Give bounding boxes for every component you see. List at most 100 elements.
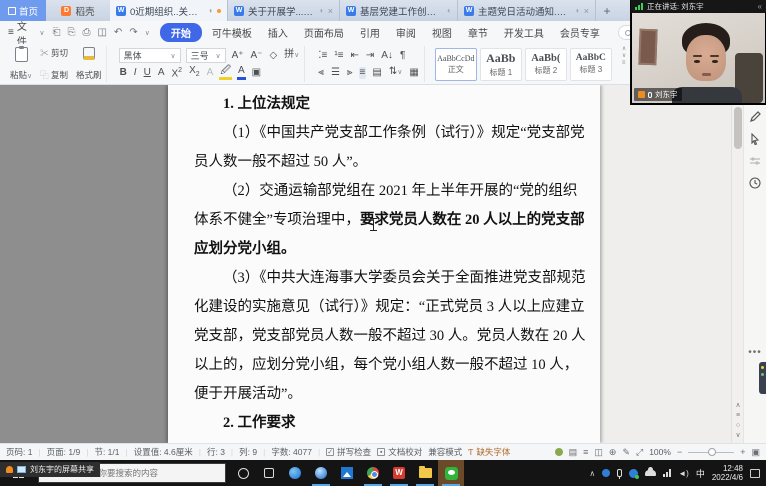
- style-card[interactable]: AaBb(标题 2: [525, 48, 567, 81]
- subscript-button[interactable]: X2: [188, 65, 201, 81]
- print-preview-icon[interactable]: ◫: [97, 27, 106, 38]
- bullet-list-button[interactable]: ⁚≡: [317, 50, 328, 62]
- cut-button[interactable]: ✂ 剪切: [40, 47, 68, 59]
- ribbon-tab-7[interactable]: 章节: [460, 25, 496, 40]
- taskbar-app-qq[interactable]: [282, 460, 308, 486]
- adjust-sliders-icon[interactable]: [749, 155, 761, 167]
- ribbon-tab-3[interactable]: 页面布局: [296, 25, 352, 40]
- network-signal-icon[interactable]: [663, 469, 671, 477]
- strikethrough-button[interactable]: A: [206, 67, 215, 79]
- number-list-button[interactable]: ¹≡: [333, 50, 344, 62]
- char-border-button[interactable]: A: [157, 67, 166, 79]
- zoom-slider[interactable]: [688, 452, 734, 453]
- scrollbar-thumb[interactable]: [734, 107, 742, 149]
- zoom-slider-knob[interactable]: [708, 448, 716, 456]
- write-mode-icon[interactable]: ✎: [622, 447, 630, 458]
- fullscreen-icon[interactable]: ⤢: [636, 447, 643, 458]
- style-card[interactable]: AaBbCcDd正文: [435, 48, 477, 81]
- microphone-icon[interactable]: [617, 469, 622, 477]
- taskbar-app-chrome[interactable]: [360, 460, 386, 486]
- pinyin-guide-button[interactable]: 拼∨: [283, 49, 300, 62]
- highlight-color-button[interactable]: 🖉: [219, 65, 232, 80]
- ribbon-tab-8[interactable]: 开发工具: [496, 25, 552, 40]
- document-page[interactable]: 1. 上位法规定（1）《中国共产党支部工作条例（试行）》规定“党支部党员人数一般…: [168, 85, 600, 443]
- zoom-level[interactable]: 100%: [649, 447, 671, 457]
- file-menu[interactable]: ≡ 文件 ∨: [8, 18, 44, 48]
- browse-menu-icon[interactable]: ≡: [736, 412, 740, 419]
- taskbar-app-cortana[interactable]: [230, 460, 256, 486]
- pen-annotate-icon[interactable]: [749, 111, 761, 123]
- style-card[interactable]: AaBbC标题 3: [570, 48, 612, 81]
- font-color-button[interactable]: A: [237, 65, 246, 80]
- undo-icon[interactable]: ↶: [114, 27, 122, 38]
- align-center-button[interactable]: ☰: [330, 67, 341, 79]
- outline-view-icon[interactable]: ≡: [583, 447, 588, 457]
- increase-indent-button[interactable]: ⇥: [365, 50, 375, 62]
- vertical-scrollbar[interactable]: ∧ ≡ ○ ∨: [731, 85, 743, 443]
- ribbon-tab-6[interactable]: 视图: [424, 25, 460, 40]
- customize-toolbar-icon[interactable]: ∨: [145, 29, 150, 37]
- close-icon[interactable]: ×: [584, 6, 589, 16]
- web-view-icon[interactable]: ⊕: [609, 447, 617, 458]
- distribute-button[interactable]: ▤: [371, 67, 382, 79]
- next-page-icon[interactable]: ∨: [735, 432, 740, 439]
- webcam-video[interactable]: 刘东宇: [632, 13, 765, 103]
- align-right-button[interactable]: ⫸: [346, 67, 354, 79]
- font-name-select[interactable]: 黑体∨: [119, 48, 181, 63]
- spell-check-toggle[interactable]: ✓ 拼写检查: [326, 446, 371, 458]
- shrink-font-button[interactable]: A⁻: [250, 50, 264, 62]
- taskbar-app-explorer[interactable]: [412, 460, 438, 486]
- ribbon-tab-4[interactable]: 引用: [352, 25, 388, 40]
- missing-font-warning[interactable]: Ƭ 缺失字体: [468, 446, 510, 458]
- superscript-button[interactable]: X2: [170, 65, 183, 80]
- ribbon-tab-2[interactable]: 插入: [260, 25, 296, 40]
- notification-center-icon[interactable]: [750, 469, 760, 478]
- taskbar-app-browser[interactable]: [308, 460, 334, 486]
- fit-page-icon[interactable]: ▣: [751, 447, 760, 458]
- taskbar-app-wechat[interactable]: [438, 460, 464, 486]
- ribbon-tab-9[interactable]: 会员专享: [552, 25, 608, 40]
- redo-icon[interactable]: ↷: [129, 27, 137, 38]
- zoom-out-button[interactable]: −: [677, 447, 682, 457]
- document-tab[interactable]: W主题党日活动通知.docx◖×: [458, 0, 596, 21]
- eye-protect-icon[interactable]: [555, 448, 563, 456]
- char-shading-button[interactable]: ▣: [251, 67, 262, 79]
- docer-tab[interactable]: D 稻壳: [46, 0, 110, 21]
- cursor-select-icon[interactable]: [749, 133, 761, 145]
- taskbar-app-photos[interactable]: [334, 460, 360, 486]
- underline-button[interactable]: U: [143, 67, 152, 79]
- page-view-icon[interactable]: ▤: [569, 447, 578, 458]
- decrease-indent-button[interactable]: ⇤: [349, 50, 359, 62]
- paste-button[interactable]: 粘贴∨: [10, 47, 32, 81]
- clear-format-button[interactable]: ◇: [268, 50, 278, 62]
- close-icon[interactable]: ×: [328, 6, 333, 16]
- history-clock-icon[interactable]: [749, 177, 761, 189]
- font-size-select[interactable]: 三号∨: [186, 48, 226, 63]
- paragraph-mark-button[interactable]: ¶: [399, 50, 406, 62]
- grow-font-button[interactable]: A⁺: [231, 50, 245, 62]
- collapse-panel-icon[interactable]: «: [758, 2, 762, 11]
- tray-chevron-icon[interactable]: ∧: [589, 469, 595, 478]
- read-view-icon[interactable]: ◫: [594, 447, 603, 458]
- save-icon[interactable]: ⎗: [52, 27, 60, 38]
- shading-button[interactable]: ▦: [408, 67, 419, 79]
- style-card[interactable]: AaBb标题 1: [480, 48, 522, 81]
- volume-icon[interactable]: ◄): [678, 469, 689, 478]
- ribbon-tab-5[interactable]: 审阅: [388, 25, 424, 40]
- taskbar-clock[interactable]: 12:48 2022/4/6: [712, 464, 743, 482]
- document-tab[interactable]: W0近期组织..关事项提醒◖: [110, 0, 228, 21]
- previous-page-icon[interactable]: ∧: [735, 402, 740, 409]
- text-direction-button[interactable]: A↓: [380, 50, 394, 62]
- cloud-icon[interactable]: [645, 470, 656, 476]
- browse-object-icon[interactable]: ○: [736, 422, 740, 429]
- zoom-in-button[interactable]: +: [740, 447, 745, 457]
- align-left-button[interactable]: ⫷: [317, 67, 325, 79]
- taskbar-app-wps[interactable]: W: [386, 460, 412, 486]
- copy-button[interactable]: ⿻ 复制: [40, 69, 68, 81]
- more-tools-icon[interactable]: •••: [748, 347, 762, 358]
- ime-indicator[interactable]: 中: [696, 467, 705, 480]
- italic-button[interactable]: I: [133, 67, 138, 79]
- export-icon[interactable]: ⎘: [67, 27, 75, 38]
- tray-app-icon[interactable]: [602, 469, 610, 477]
- new-tab-button[interactable]: +: [596, 0, 618, 21]
